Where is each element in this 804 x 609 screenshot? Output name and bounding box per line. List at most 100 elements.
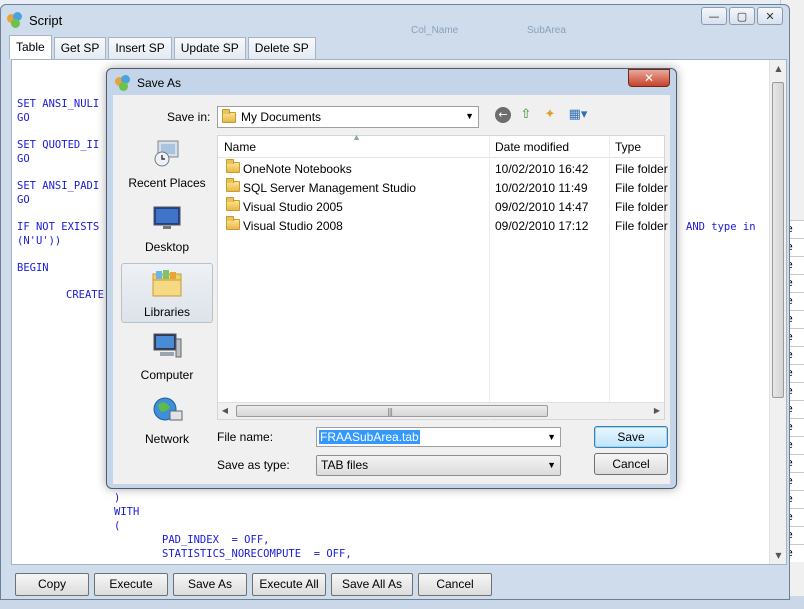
- place-label: Desktop: [144, 240, 190, 254]
- network-icon: [153, 397, 183, 421]
- column-date-modified[interactable]: Date modified: [495, 140, 569, 154]
- place-label: Recent Places: [128, 176, 206, 190]
- code-line: GO: [17, 112, 30, 124]
- tab-get-sp[interactable]: Get SP: [53, 37, 107, 59]
- folder-icon: [226, 216, 240, 230]
- save-as-type-label: Save as type:: [217, 458, 290, 472]
- code-line: WITH: [114, 506, 140, 518]
- tab-update-sp[interactable]: Update SP: [173, 37, 246, 59]
- copy-button[interactable]: Copy: [15, 573, 89, 596]
- file-name-field[interactable]: FRAASubArea.tab ▼: [316, 427, 561, 447]
- file-name: Visual Studio 2005: [243, 200, 343, 214]
- computer-icon: [153, 333, 182, 358]
- code-line: (N'U')): [17, 235, 62, 247]
- places-bar: Recent Places Desktop Libraries Computer…: [121, 135, 213, 461]
- code-line: (: [114, 520, 121, 532]
- save-in-dropdown[interactable]: My Documents ▼: [217, 106, 479, 128]
- maximize-icon[interactable]: ▢: [729, 7, 755, 25]
- place-label: Libraries: [143, 305, 191, 319]
- column-name[interactable]: Name: [224, 140, 256, 154]
- file-list-horizontal-scrollbar[interactable]: ◀ ||| ▶: [218, 402, 664, 419]
- save-as-dialog: Save As ✕ Save in: My Documents ▼ ← ⇧ ✦ …: [106, 68, 677, 489]
- app-icon: [7, 12, 23, 28]
- chevron-down-icon[interactable]: ▼: [547, 428, 556, 446]
- file-row[interactable]: OneNote Notebooks 10/02/2010 16:42 File …: [218, 159, 668, 178]
- code-line: BEGIN: [17, 262, 49, 274]
- save-as-type-value: TAB files: [321, 458, 369, 472]
- file-name: OneNote Notebooks: [243, 162, 352, 176]
- place-computer[interactable]: Computer: [121, 327, 213, 387]
- close-icon[interactable]: ✕: [757, 7, 783, 25]
- recent-places-icon: [154, 140, 179, 167]
- desktop-icon: [153, 206, 181, 229]
- dialog-title-bar: Save As: [115, 73, 181, 93]
- place-desktop[interactable]: Desktop: [121, 199, 213, 259]
- cancel-button[interactable]: Cancel: [594, 453, 668, 475]
- column-type[interactable]: Type: [615, 140, 641, 154]
- save-button[interactable]: Save: [594, 426, 668, 448]
- chevron-down-icon: ▼: [547, 460, 556, 470]
- file-list-header: ▲ Name Date modified Type: [218, 132, 664, 158]
- scroll-thumb[interactable]: [772, 82, 784, 398]
- code-line: SET QUOTED_II: [17, 139, 100, 151]
- editor-vertical-scrollbar[interactable]: ▲ ▼: [769, 60, 786, 564]
- save-as-type-dropdown[interactable]: TAB files ▼: [316, 455, 561, 476]
- close-icon[interactable]: ✕: [628, 69, 670, 87]
- back-icon[interactable]: ←: [495, 107, 511, 123]
- view-menu-icon[interactable]: ▦▾: [565, 106, 591, 124]
- code-line: CREATE: [66, 289, 104, 301]
- file-date: 09/02/2010 17:12: [495, 219, 589, 233]
- place-recent-places[interactable]: Recent Places: [121, 135, 213, 195]
- code-line: IF NOT EXISTS: [17, 221, 100, 233]
- scroll-up-icon[interactable]: ▲: [770, 60, 786, 77]
- file-date: 10/02/2010 11:49: [495, 181, 588, 195]
- place-label: Network: [144, 432, 189, 446]
- cancel-button[interactable]: Cancel: [418, 573, 492, 596]
- file-date: 09/02/2010 14:47: [495, 200, 589, 214]
- app-icon: [115, 75, 131, 91]
- place-network[interactable]: Network: [121, 391, 213, 451]
- up-folder-icon[interactable]: ⇧: [517, 106, 535, 124]
- file-row[interactable]: SQL Server Management Studio 10/02/2010 …: [218, 178, 668, 197]
- tab-bar: Table Get SP Insert SP Update SP Delete …: [9, 35, 316, 59]
- file-type: File folder: [615, 219, 668, 233]
- tab-delete-sp[interactable]: Delete SP: [247, 37, 316, 59]
- libraries-icon: [152, 270, 182, 297]
- folder-icon: [222, 108, 236, 123]
- scroll-right-icon[interactable]: ▶: [650, 403, 664, 419]
- code-line: STATISTICS_NORECOMPUTE = OFF,: [162, 548, 352, 560]
- file-list[interactable]: ▲ Name Date modified Type OneNote Notebo…: [217, 132, 668, 421]
- navigation-toolbar: ← ⇧ ✦ ▦▾: [495, 106, 591, 124]
- code-line: PAD_INDEX = OFF,: [162, 534, 270, 546]
- script-title: Script: [29, 12, 63, 28]
- execute-button[interactable]: Execute: [94, 573, 168, 596]
- file-name: Visual Studio 2008: [243, 219, 343, 233]
- scroll-down-icon[interactable]: ▼: [770, 547, 786, 564]
- file-name-value: FRAASubArea.tab: [319, 430, 420, 444]
- file-type: File folder: [615, 162, 668, 176]
- file-type: File folder: [615, 200, 668, 214]
- minimize-icon[interactable]: —: [701, 7, 727, 25]
- code-line: ): [114, 492, 121, 504]
- tab-table[interactable]: Table: [9, 35, 52, 59]
- tab-insert-sp[interactable]: Insert SP: [108, 37, 172, 59]
- window-controls: — ▢ ✕: [701, 7, 783, 25]
- code-line: SET ANSI_PADI: [17, 180, 100, 192]
- code-line: AND type in: [686, 221, 756, 233]
- file-row[interactable]: Visual Studio 2008 09/02/2010 17:12 File…: [218, 216, 668, 235]
- save-as-button[interactable]: Save As: [173, 573, 247, 596]
- save-in-label: Save in:: [167, 110, 211, 124]
- scroll-thumb[interactable]: |||: [236, 405, 548, 417]
- new-folder-icon[interactable]: ✦: [541, 106, 559, 124]
- chevron-down-icon: ▼: [465, 111, 474, 121]
- file-name: SQL Server Management Studio: [243, 181, 416, 195]
- code-line: GO: [17, 194, 30, 206]
- file-row[interactable]: Visual Studio 2005 09/02/2010 14:47 File…: [218, 197, 668, 216]
- save-all-as-button[interactable]: Save All As: [331, 573, 413, 596]
- scroll-left-icon[interactable]: ◀: [218, 403, 232, 419]
- execute-all-button[interactable]: Execute All: [252, 573, 326, 596]
- place-label: Computer: [140, 368, 194, 382]
- code-line: GO: [17, 153, 30, 165]
- code-line: SET ANSI_NULI: [17, 98, 100, 110]
- place-libraries[interactable]: Libraries: [121, 263, 213, 323]
